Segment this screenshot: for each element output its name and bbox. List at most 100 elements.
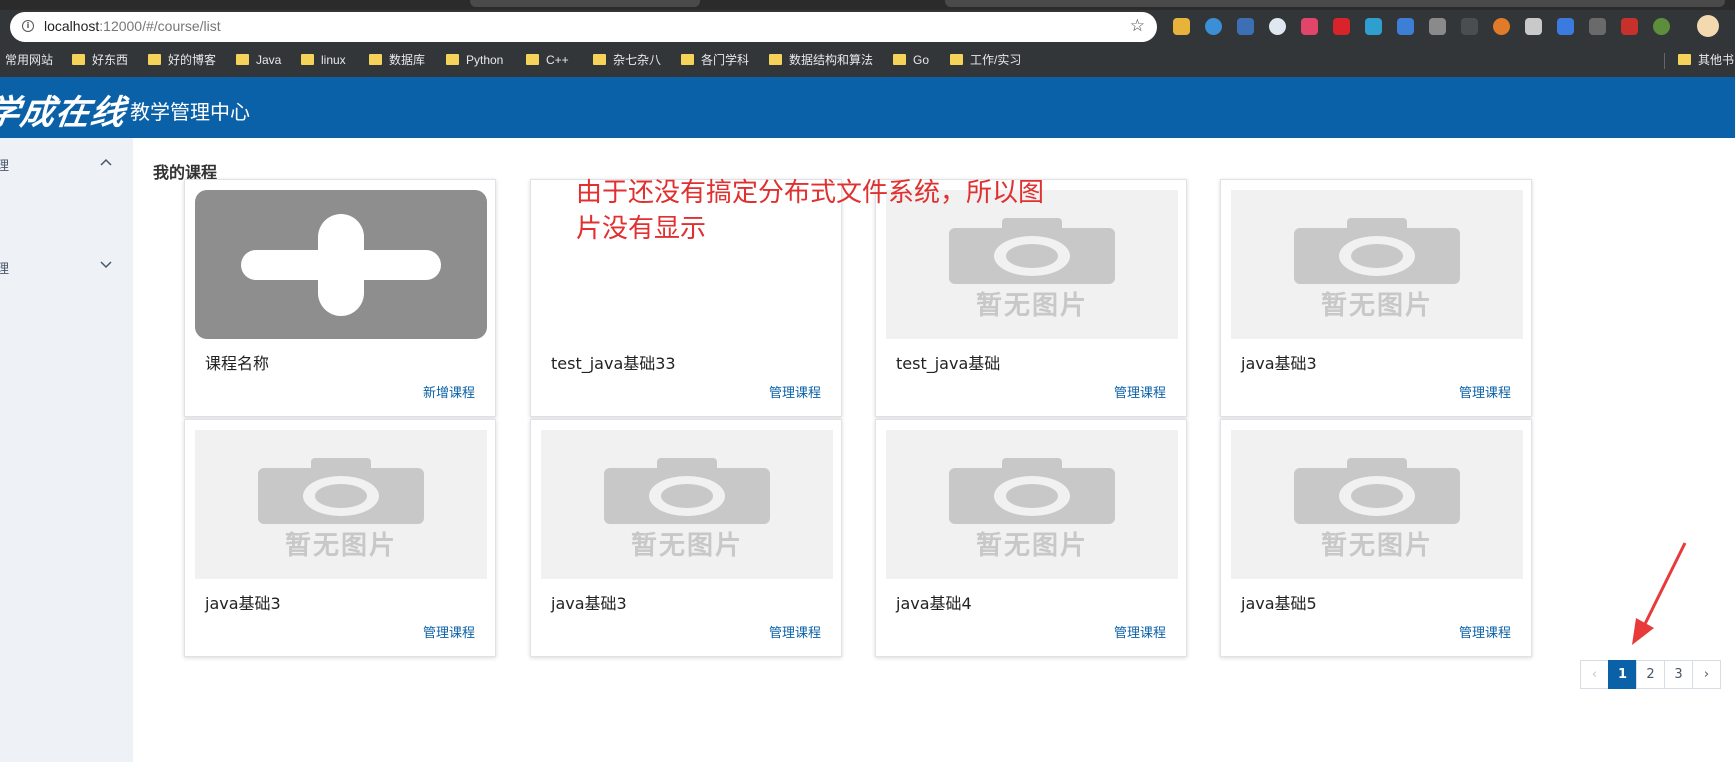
sidebar-item-label: 理 (0, 159, 10, 174)
folder-icon (369, 54, 382, 65)
no-image-placeholder: 暂无图片 (1231, 190, 1523, 339)
folder-icon (236, 54, 249, 65)
manage-course-link[interactable]: 管理课程 (1459, 622, 1511, 641)
address-url[interactable]: localhost:12000/#/course/list (44, 18, 221, 34)
extension-icon[interactable] (1173, 18, 1190, 35)
extension-icon[interactable] (1525, 18, 1542, 35)
bookmark-folder[interactable]: 工作/实习 (950, 52, 1021, 69)
folder-icon (72, 54, 85, 65)
no-image-placeholder: 暂无图片 (1231, 430, 1523, 579)
extension-icon[interactable] (1461, 18, 1478, 35)
extension-icon[interactable] (1429, 18, 1446, 35)
bookmark-folder[interactable]: 杂七杂八 (593, 52, 661, 69)
bookmark-folder[interactable]: Python (446, 52, 503, 69)
manage-course-link[interactable]: 管理课程 (1114, 622, 1166, 641)
extension-icon[interactable] (1589, 18, 1606, 35)
course-name: java基础3 (205, 594, 281, 613)
course-card-add[interactable]: 课程名称 新增课程 (184, 179, 496, 417)
app-header: 学成在线 教学管理中心 (0, 77, 1735, 138)
bookmark-folder[interactable]: Go (893, 52, 929, 69)
add-course-link[interactable]: 新增课程 (423, 382, 475, 401)
bookmarks-bar: 常用网站 好东西 好的博客 Java linux 数据库 Python C++ … (0, 44, 1735, 77)
course-name: java基础3 (551, 594, 627, 613)
bookmark-folder[interactable]: 数据结构和算法 (769, 52, 873, 69)
chevron-up-icon (100, 158, 112, 166)
bookmark-folder[interactable]: 好的博客 (148, 52, 216, 69)
site-info-icon[interactable]: i (22, 20, 34, 32)
course-card[interactable]: 暂无图片 java基础3 管理课程 (1220, 179, 1532, 417)
course-name: 课程名称 (205, 354, 270, 373)
extension-icon[interactable] (1653, 18, 1670, 35)
bookmark-folder[interactable]: 各门学科 (681, 52, 749, 69)
extension-icon[interactable] (1493, 18, 1510, 35)
other-bookmarks[interactable]: 其他书 (1678, 52, 1734, 69)
page-3-button[interactable]: 3 (1664, 660, 1693, 689)
folder-icon (893, 54, 906, 65)
extension-icon[interactable] (1397, 18, 1414, 35)
no-image-text: 暂无图片 (975, 291, 1088, 321)
extension-icon[interactable] (1557, 18, 1574, 35)
page-2-button[interactable]: 2 (1636, 660, 1665, 689)
folder-icon (526, 54, 539, 65)
pdf-extension-icon[interactable] (1621, 18, 1638, 35)
sidebar: 理 理 (0, 138, 133, 762)
folder-icon (593, 54, 606, 65)
browser-tab[interactable] (945, 0, 1725, 7)
extension-icon[interactable] (1333, 18, 1350, 35)
folder-icon (148, 54, 161, 65)
bookmark-folder[interactable]: Java (236, 52, 281, 69)
bookmark-star-icon[interactable]: ☆ (1130, 16, 1145, 36)
no-image-placeholder: 暂无图片 (886, 430, 1178, 579)
bookmark-item[interactable]: 常用网站 (5, 52, 53, 69)
manage-course-link[interactable]: 管理课程 (769, 622, 821, 641)
extension-icon[interactable] (1365, 18, 1382, 35)
next-page-button[interactable]: › (1692, 660, 1721, 689)
no-image-text: 暂无图片 (284, 531, 397, 561)
bookmark-separator (1664, 53, 1665, 69)
no-image-placeholder: 暂无图片 (195, 430, 487, 579)
manage-course-link[interactable]: 管理课程 (1459, 382, 1511, 401)
plus-icon (241, 214, 441, 316)
no-image-text: 暂无图片 (1320, 291, 1433, 321)
no-image-placeholder: 暂无图片 (541, 430, 833, 579)
course-name: java基础3 (1241, 354, 1317, 373)
course-name: test_java基础 (896, 354, 1001, 373)
folder-icon (950, 54, 963, 65)
sidebar-menu-course[interactable]: 理 (0, 149, 133, 179)
extension-icon[interactable] (1205, 18, 1222, 35)
annotation-text: 由于还没有搞定分布式文件系统，所以图片没有显示 (576, 178, 1045, 244)
extension-icon[interactable] (1237, 18, 1254, 35)
course-card[interactable]: 暂无图片 java基础4 管理课程 (875, 419, 1187, 657)
bookmark-folder[interactable]: 数据库 (369, 52, 425, 69)
manage-course-link[interactable]: 管理课程 (423, 622, 475, 641)
no-image-text: 暂无图片 (975, 531, 1088, 561)
folder-icon (301, 54, 314, 65)
page-1-button[interactable]: 1 (1608, 660, 1637, 689)
folder-icon (681, 54, 694, 65)
folder-icon (446, 54, 459, 65)
manage-course-link[interactable]: 管理课程 (769, 382, 821, 401)
prev-page-button[interactable]: ‹ (1580, 660, 1609, 689)
profile-avatar[interactable] (1697, 15, 1719, 37)
address-bar[interactable]: i localhost:12000/#/course/list ☆ (10, 12, 1157, 42)
course-card[interactable]: 暂无图片 java基础3 管理课程 (530, 419, 842, 657)
sidebar-item-label: 理 (0, 262, 10, 277)
no-image-text: 暂无图片 (1320, 531, 1433, 561)
add-course-image[interactable] (195, 190, 487, 339)
extension-icon[interactable] (1269, 18, 1286, 35)
browser-tab[interactable] (470, 0, 700, 7)
chevron-down-icon (100, 261, 112, 269)
header-title: 教学管理中心 (130, 100, 250, 124)
site-logo[interactable]: 学成在线 (0, 85, 129, 134)
manage-course-link[interactable]: 管理课程 (1114, 382, 1166, 401)
course-card[interactable]: 暂无图片 java基础5 管理课程 (1220, 419, 1532, 657)
annotation-arrow-icon (1632, 542, 1687, 645)
bookmark-folder[interactable]: C++ (526, 52, 569, 69)
browser-tab-strip (0, 0, 1735, 10)
course-card[interactable]: 暂无图片 java基础3 管理课程 (184, 419, 496, 657)
extension-icon[interactable] (1301, 18, 1318, 35)
bookmark-folder[interactable]: 好东西 (72, 52, 128, 69)
sidebar-menu-other[interactable]: 理 (0, 252, 133, 282)
folder-icon (1678, 54, 1691, 65)
bookmark-folder[interactable]: linux (301, 52, 346, 69)
